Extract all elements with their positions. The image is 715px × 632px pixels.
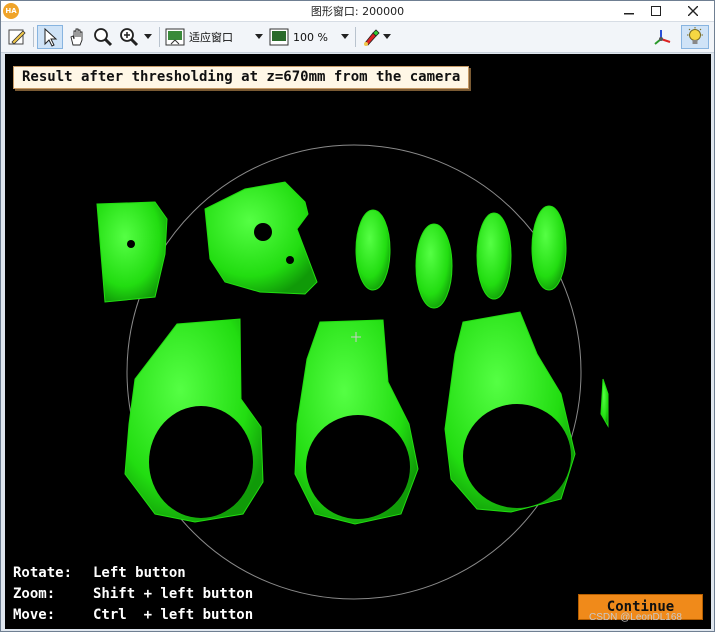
point-cloud-render[interactable] (5, 54, 711, 629)
magnify-tool-button[interactable] (91, 25, 115, 49)
lighting-button[interactable] (681, 25, 709, 49)
edit-button[interactable] (5, 25, 29, 49)
title-bar: HA 图形窗口: 200000 (1, 1, 714, 22)
axes-button[interactable] (649, 25, 675, 49)
graphics-viewport[interactable]: Result after thresholding at z=670mm fro… (5, 54, 711, 629)
help-move-row: Move: Ctrl + left button (13, 605, 253, 626)
zoom-tool-button[interactable] (117, 25, 141, 49)
pencil-icon (8, 29, 26, 45)
toolbar: 适应窗口 100 % (1, 22, 714, 53)
help-zoom-key: Zoom: (13, 586, 56, 602)
magnifier-icon (94, 28, 113, 47)
close-icon (687, 5, 699, 17)
help-move-value: Ctrl + left button (93, 607, 254, 623)
close-button[interactable] (673, 1, 713, 20)
chevron-down-icon (341, 34, 349, 39)
zoom-dropdown[interactable] (141, 25, 155, 49)
help-rotate-row: Rotate: Left button (13, 563, 253, 584)
pointer-icon (44, 27, 58, 47)
zoom-percent-value: 100 % (293, 30, 328, 44)
select-tool-button[interactable] (37, 25, 63, 49)
fit-window-select[interactable]: 适应窗口 (165, 25, 265, 49)
axes-icon (654, 30, 671, 45)
watermark: CSDN @LeonDL168 (589, 612, 682, 623)
window-title: 图形窗口: 200000 (310, 5, 405, 18)
chevron-down-icon (383, 34, 391, 39)
navigation-help: Rotate: Left button Zoom: Shift + left but… (13, 563, 253, 626)
chevron-down-icon (255, 34, 263, 39)
chevron-down-icon (144, 34, 152, 39)
hand-icon (70, 28, 83, 46)
help-rotate-key: Rotate: (13, 565, 73, 581)
help-zoom-row: Zoom: Shift + left button (13, 584, 253, 605)
toolbar-separator (355, 27, 356, 47)
toolbar-separator (33, 27, 34, 47)
paint-icon (364, 29, 380, 46)
paint-mode-button[interactable] (359, 25, 393, 49)
zoom-in-icon (120, 28, 139, 47)
pan-tool-button[interactable] (65, 25, 89, 49)
maximize-icon (651, 6, 661, 16)
minimize-icon (624, 13, 634, 15)
help-move-key: Move: (13, 607, 56, 623)
zoom-percent-select[interactable]: 100 % (269, 25, 353, 49)
lightbulb-icon (687, 27, 703, 44)
zoom-percent-icon (269, 28, 289, 46)
maximize-button[interactable] (643, 1, 669, 20)
fit-window-label: 适应窗口 (189, 31, 233, 44)
fit-window-icon (165, 28, 185, 46)
result-caption: Result after thresholding at z=670mm fro… (13, 66, 470, 89)
help-rotate-value: Left button (93, 565, 186, 581)
help-zoom-value: Shift + left button (93, 586, 254, 602)
toolbar-separator (159, 27, 160, 47)
graphics-window: HA 图形窗口: 200000 适应窗口 100 % Result after … (0, 0, 715, 632)
minimize-button[interactable] (616, 1, 642, 20)
